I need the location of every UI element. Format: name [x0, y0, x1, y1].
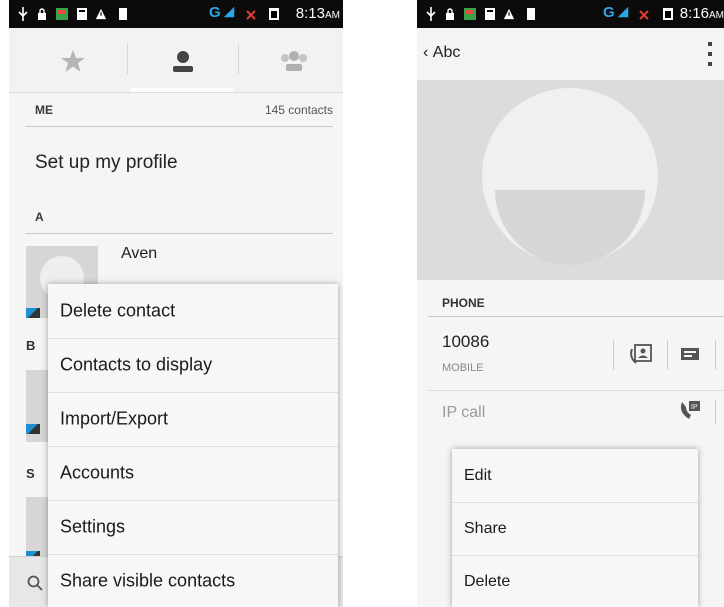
setup-profile-item[interactable]: Set up my profile	[35, 152, 178, 174]
ip-call-item[interactable]: IP call	[442, 404, 485, 422]
menu-item-delete-contact[interactable]: Delete contact	[48, 284, 338, 339]
selected-tab-indicator	[131, 88, 233, 92]
signal-icon	[617, 6, 629, 18]
status-bar: G 8:13AM	[9, 0, 343, 28]
menu-item-delete[interactable]: Delete	[452, 555, 698, 607]
signal-icon	[223, 6, 235, 18]
tab-favorites[interactable]	[17, 28, 128, 92]
contact-title: Abc	[432, 44, 461, 61]
battery-small-icon	[527, 8, 535, 20]
menu-item-edit[interactable]: Edit	[452, 449, 698, 503]
contact-name[interactable]: Aven	[121, 245, 157, 263]
section-a-header: A	[25, 207, 333, 234]
network-type: G	[209, 4, 221, 21]
star-icon	[60, 50, 85, 72]
tab-bar	[9, 28, 343, 93]
menu-item-settings[interactable]: Settings	[48, 500, 338, 555]
tab-contacts[interactable]	[127, 28, 238, 92]
chevron-left-icon: ‹	[423, 44, 429, 61]
ip-call-icon[interactable]: IP	[679, 400, 701, 420]
warning-icon	[95, 8, 107, 20]
tab-groups[interactable]	[238, 28, 343, 92]
group-icon	[280, 51, 307, 71]
battery-icon	[269, 8, 279, 20]
gallery-icon	[56, 8, 68, 20]
contacts-list-screen: G 8:13AM ME 145 contacts Set up my profi…	[9, 0, 343, 607]
contact-card-call-icon[interactable]	[629, 343, 653, 365]
action-bar: ‹ Abc	[417, 28, 724, 80]
clock: 8:16AM	[679, 5, 724, 22]
contact-options-menu: Edit Share Delete	[452, 449, 698, 607]
usb-icon	[426, 7, 436, 21]
overflow-menu: Delete contact Contacts to display Impor…	[48, 284, 338, 607]
menu-item-accounts[interactable]: Accounts	[48, 446, 338, 501]
gallery-icon	[464, 8, 476, 20]
search-icon[interactable]	[27, 575, 43, 591]
overflow-menu-icon[interactable]	[708, 42, 712, 66]
avatar[interactable]	[26, 370, 50, 442]
lock-icon	[446, 8, 454, 20]
network-type: G	[603, 4, 615, 21]
sd-card-icon	[77, 8, 87, 20]
phone-section-header: PHONE	[428, 288, 724, 317]
me-section-header: ME 145 contacts	[25, 100, 333, 127]
no-signal-icon	[246, 10, 256, 20]
menu-item-share-visible-contacts[interactable]: Share visible contacts	[48, 554, 338, 607]
contact-detail-screen: G 8:16AM ‹ Abc PHONE 10086 MOBILE IP cal…	[417, 0, 724, 607]
section-s-label: S	[26, 466, 35, 481]
no-signal-icon	[639, 10, 649, 20]
contacts-count: 145 contacts	[264, 103, 333, 117]
lock-icon	[38, 8, 46, 20]
me-label: ME	[35, 103, 53, 117]
sd-card-icon	[485, 8, 495, 20]
contact-photo	[417, 80, 724, 280]
phone-type: MOBILE	[442, 362, 484, 374]
section-a-label: A	[35, 210, 44, 224]
usb-icon	[18, 7, 28, 21]
warning-icon	[503, 8, 515, 20]
back-button[interactable]: ‹ Abc	[423, 44, 460, 62]
person-placeholder-icon	[482, 88, 658, 265]
menu-item-import-export[interactable]: Import/Export	[48, 392, 338, 447]
battery-small-icon	[119, 8, 127, 20]
menu-item-contacts-to-display[interactable]: Contacts to display	[48, 338, 338, 393]
battery-icon	[663, 8, 673, 20]
section-b-label: B	[26, 338, 36, 353]
status-bar: G 8:16AM	[417, 0, 724, 28]
phone-number[interactable]: 10086	[442, 332, 489, 352]
clock: 8:13AM	[295, 5, 340, 22]
menu-item-share[interactable]: Share	[452, 502, 698, 556]
svg-text:IP: IP	[691, 404, 698, 411]
person-icon	[172, 51, 193, 72]
message-icon[interactable]	[680, 347, 700, 361]
